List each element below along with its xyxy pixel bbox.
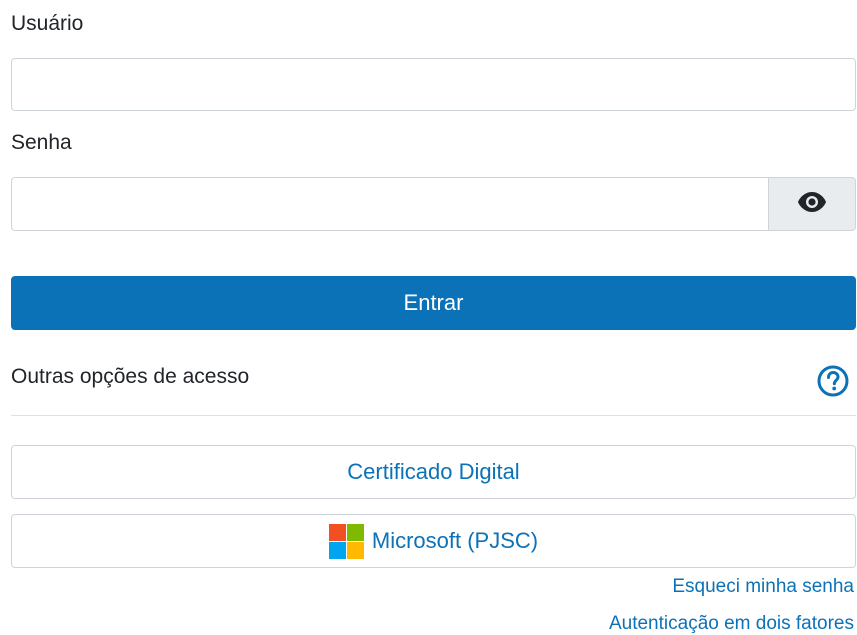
microsoft-login-button[interactable]: Microsoft (PJSC) (11, 514, 856, 568)
show-password-button[interactable] (768, 177, 856, 231)
help-button[interactable] (816, 364, 850, 403)
divider (11, 415, 856, 416)
password-label: Senha (11, 131, 72, 154)
username-input[interactable] (11, 58, 856, 111)
question-circle-icon (816, 364, 850, 403)
password-input[interactable] (11, 177, 769, 231)
other-options-heading: Outras opções de acesso (11, 365, 250, 388)
eye-icon (797, 191, 827, 218)
username-label: Usuário (11, 12, 84, 35)
login-button[interactable]: Entrar (11, 276, 856, 330)
forgot-password-link[interactable]: Esqueci minha senha (672, 576, 854, 598)
digital-certificate-label: Certificado Digital (347, 459, 520, 484)
microsoft-logo-icon (328, 523, 364, 559)
two-factor-auth-link[interactable]: Autenticação em dois fatores (609, 613, 854, 635)
digital-certificate-button[interactable]: Certificado Digital (11, 445, 856, 499)
microsoft-login-label: Microsoft (PJSC) (371, 528, 539, 553)
